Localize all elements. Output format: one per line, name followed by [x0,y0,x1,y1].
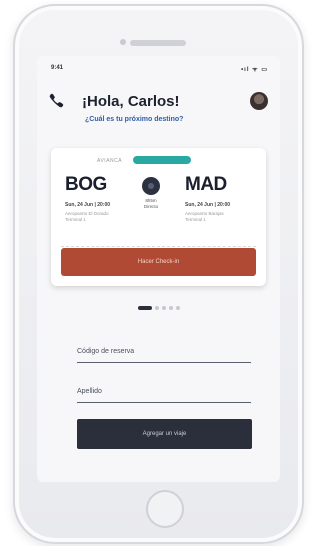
reservation-code-underline [77,362,251,363]
duration-type: Directo [143,204,159,209]
pagination-dot[interactable] [137,306,152,310]
destination-code: MAD [185,174,227,195]
origin-date: Sun, 24 Jun | 20:00 [65,202,111,208]
status-bar: 9:41 •ıl ᯤ ▭ [47,65,270,75]
destination-date: Sun, 24 Jun | 20:00 [185,202,231,208]
user-avatar[interactable] [250,92,268,110]
card-divider [61,246,256,247]
speaker-grille [130,40,186,46]
flight-card[interactable]: AVIANCA BOG MAD 8h5m Directo Sun, 24 Jun… [51,148,266,286]
carousel-pagination [37,306,280,310]
pagination-dot[interactable] [161,306,166,310]
reservation-code-field[interactable]: Código de reserva [77,348,134,355]
surname-underline [77,402,251,403]
add-trip-button[interactable]: Agregar un viaje [77,419,252,449]
checkin-button[interactable]: Hacer Check-in [61,248,256,276]
greeting-subtitle: ¿Cuál es tu próximo destino? [85,116,184,123]
front-camera [120,39,126,45]
plane-icon [142,177,160,195]
status-time: 9:41 [51,65,64,71]
home-button[interactable] [146,490,184,528]
phone-icon[interactable] [47,92,65,110]
origin-airport: Aeropuerto El Dorado Terminal 1 [65,211,109,222]
pagination-dot[interactable] [168,306,173,310]
flight-duration: 8h5m Directo [139,198,163,210]
pagination-dot[interactable] [175,306,180,310]
origin-code: BOG [65,174,107,195]
destination-airport: Aeropuerto Barajas Terminal 1 [185,211,224,222]
pagination-dot[interactable] [154,306,159,310]
status-icons: •ıl ᯤ ▭ [241,67,268,73]
app-screen: 9:41 •ıl ᯤ ▭ ¡Hola, Carlos! ¿Cuál es tu … [37,56,280,482]
add-trip-form: Código de reserva Apellido Agregar un vi… [77,334,261,464]
airline-label: AVIANCA [97,158,123,164]
phone-frame: 9:41 •ıl ᯤ ▭ ¡Hola, Carlos! ¿Cuál es tu … [13,4,304,544]
status-tag [133,156,191,164]
surname-field[interactable]: Apellido [77,388,102,395]
greeting-title: ¡Hola, Carlos! [82,93,180,110]
